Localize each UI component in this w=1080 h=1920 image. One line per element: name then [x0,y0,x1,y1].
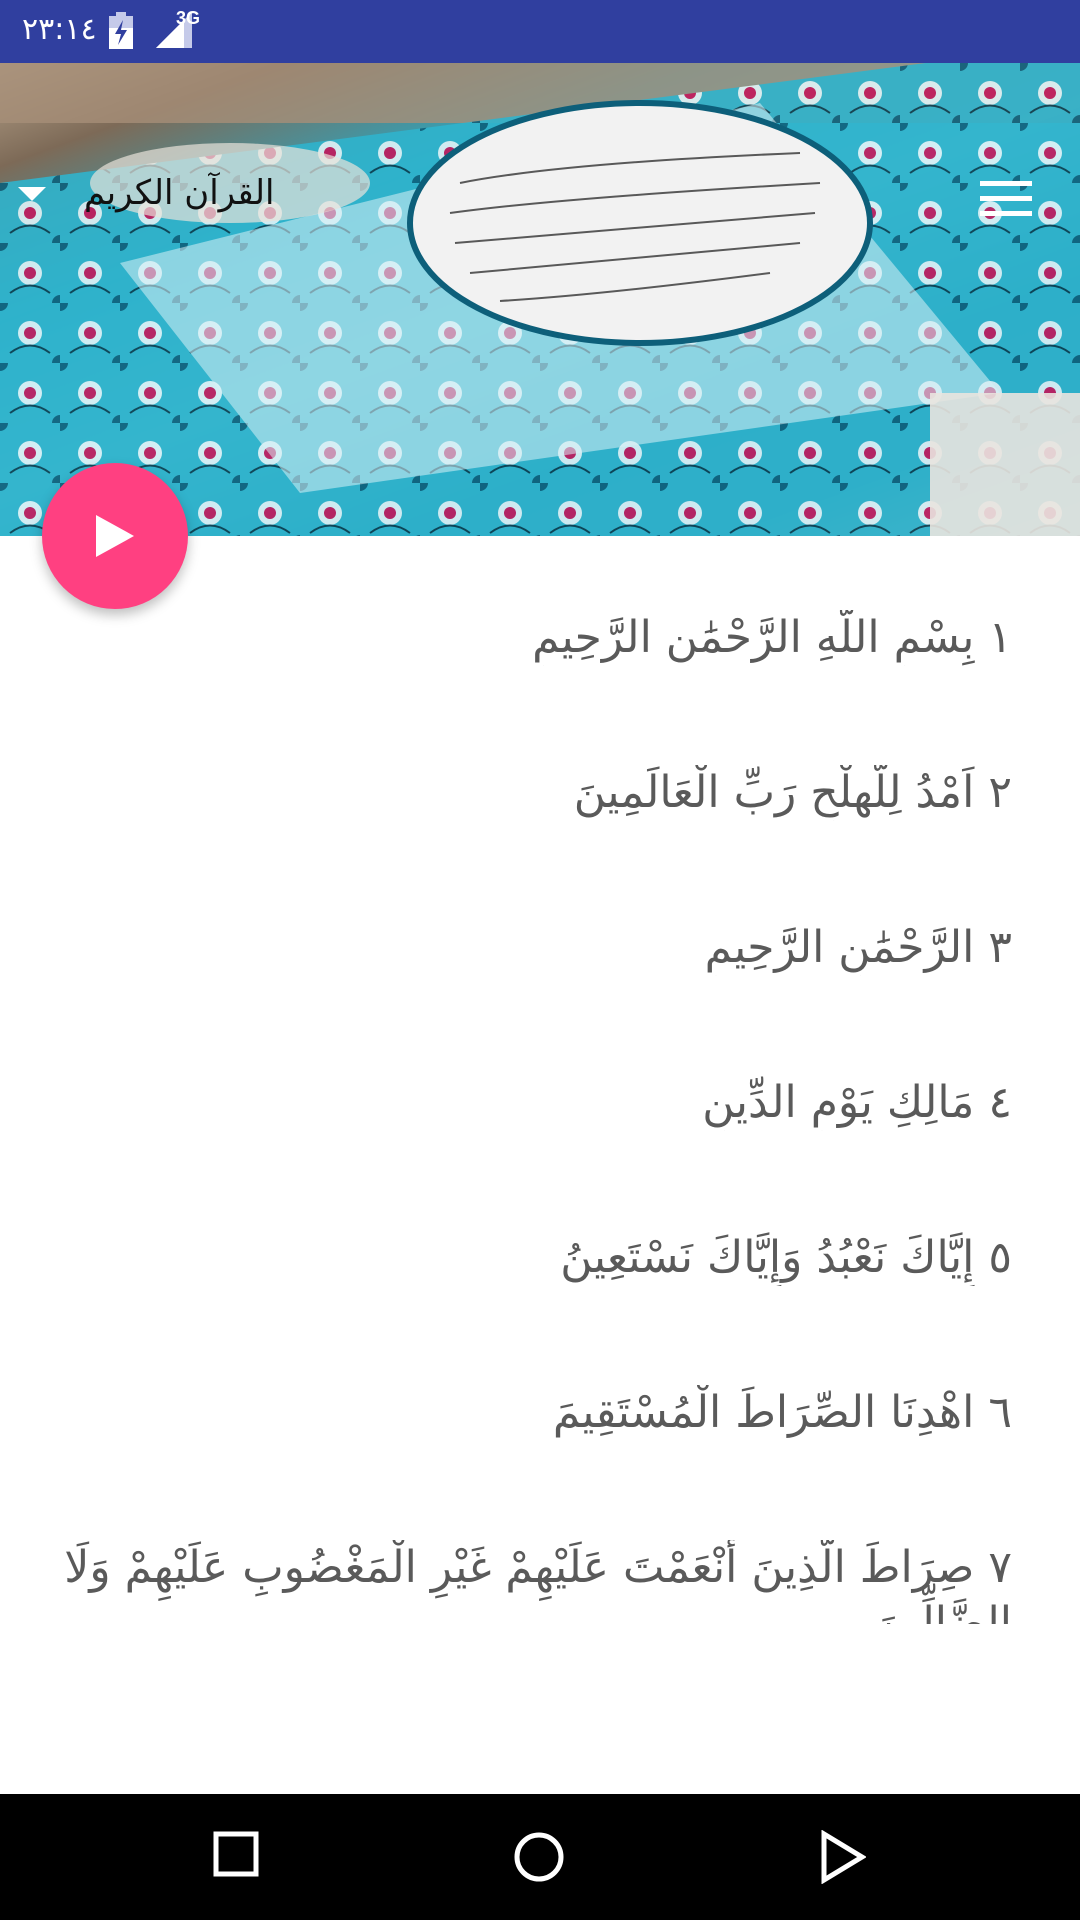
toolbar-title[interactable]: القرآن الكريم [84,171,274,215]
verse-item[interactable]: ٢ اَمْدُ لِلَّهلْحِ رَبِّ الْعَالَمِينَ [52,765,1012,821]
hamburger-menu-icon[interactable] [980,179,1032,223]
home-circle-icon[interactable] [512,1830,566,1888]
quran-page-illustration [0,63,1080,536]
verse-number: ٧ [988,1542,1012,1593]
play-button[interactable] [42,463,188,609]
verse-text: اَمْدُ لِلَّهلْحِ رَبِّ الْعَالَمِينَ [573,767,975,818]
verse-item[interactable]: ٧صِرَاطَ الَّذِينَ أَنْعَمْتَ عَلَيْهِمْ… [52,1540,1012,1624]
status-bar: ٢٣:١٤ 3G [0,0,1080,63]
back-triangle-icon[interactable] [818,1829,867,1888]
verse-number: ٤ [988,1077,1012,1128]
status-time: ٢٣:١٤ [22,12,97,47]
verse-item[interactable]: ٦ اهْدِنَا الصِّرَاطَ الْمُسْتَقِيمَ [52,1385,1012,1441]
system-nav-bar [0,1794,1080,1920]
verse-item[interactable]: ٤ مَالِكِ يَوْمِ الدِّينِ [52,1075,1012,1131]
verse-number: ٦ [988,1387,1012,1438]
verse-text: بِسْمِ اللَّهِ الرَّحْمَٰنِ الرَّحِيمِ [532,612,975,663]
verse-text: إِيَّاكَ نَعْبُدُ وَإِيَّاكَ نَسْتَعِينُ [560,1232,975,1283]
header-image: القرآن الكريم [0,63,1080,536]
recents-square-icon[interactable] [212,1830,260,1882]
dropdown-arrow-icon[interactable] [18,187,46,207]
verse-text: الرَّحْمَٰنِ الرَّحِيمِ [704,922,975,973]
verse-item[interactable]: ٥ إِيَّاكَ نَعْبُدُ وَإِيَّاكَ نَسْتَعِين… [52,1230,1012,1286]
verse-text: اهْدِنَا الصِّرَاطَ الْمُسْتَقِيمَ [552,1387,975,1438]
verse-number: ٥ [988,1232,1012,1283]
verse-number: ٣ [988,922,1012,973]
verse-text: مَالِكِ يَوْمِ الدِّينِ [702,1077,975,1128]
network-type-label: 3G [176,8,201,28]
verse-number: ٢ [988,767,1012,818]
battery-charging-icon [108,12,134,54]
verse-text: صِرَاطَ الَّذِينَ أَنْعَمْتَ عَلَيْهِمْ … [64,1542,1012,1624]
verse-item[interactable]: ١ بِسْمِ اللَّهِ الرَّحْمَٰنِ الرَّحِيمِ [52,610,1012,666]
verse-number: ١ [988,612,1012,663]
play-icon [96,515,134,557]
verse-item[interactable]: ٣ الرَّحْمَٰنِ الرَّحِيمِ [52,920,1012,976]
